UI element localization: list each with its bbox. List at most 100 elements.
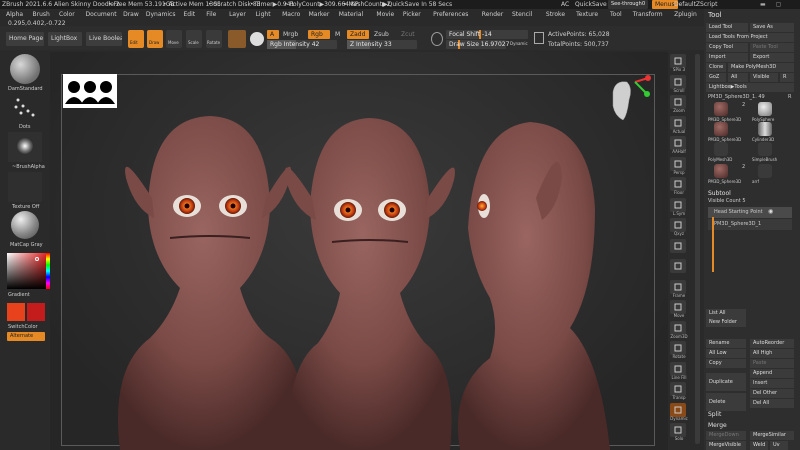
spix-icon[interactable]	[670, 54, 686, 68]
menu-zplugin[interactable]: Zplugin	[674, 11, 697, 18]
see-through-slider[interactable]: See-through 0	[608, 0, 648, 9]
menu-texture[interactable]: Texture	[576, 11, 598, 18]
export-button[interactable]: Export	[750, 53, 794, 62]
rgb-button[interactable]: Rgb	[308, 30, 330, 39]
rename-button[interactable]: Rename	[706, 339, 746, 348]
new-folder-button[interactable]: New Folder	[706, 318, 746, 327]
tool-thumb-pm3d-2[interactable]	[714, 122, 728, 136]
mrgb-button[interactable]: Mrgb	[283, 31, 298, 38]
primary-color-swatch[interactable]	[7, 303, 25, 321]
move-button[interactable]: Move	[166, 30, 182, 48]
merge-similar-button[interactable]: MergeSimilar	[750, 431, 794, 440]
tool-thumb-pm3d-3[interactable]	[714, 164, 728, 178]
menu-stencil[interactable]: Stencil	[512, 11, 532, 18]
load-from-project-button[interactable]: Load Tools From Project	[706, 33, 794, 42]
delete-button[interactable]: Delete	[706, 393, 746, 411]
switch-color-button[interactable]: SwitchColor	[8, 324, 38, 330]
menu-stroke[interactable]: Stroke	[546, 11, 565, 18]
menu-file[interactable]: File	[206, 11, 216, 18]
edit-button[interactable]: Edit	[128, 30, 144, 48]
color-picker[interactable]	[7, 253, 50, 289]
scale-button[interactable]: Scale	[186, 30, 202, 48]
menu-movie[interactable]: Movie	[376, 11, 394, 18]
merge-down-button[interactable]: MergeDown	[706, 431, 746, 440]
goz-r-button[interactable]: R	[780, 73, 794, 82]
frame-icon[interactable]	[670, 279, 686, 294]
focal-shift-slider[interactable]: Focal Shift -14	[446, 30, 528, 39]
rotate-button[interactable]: Rotate	[206, 30, 222, 48]
menu-layer[interactable]: Layer	[229, 11, 246, 18]
rotate-icon[interactable]	[670, 341, 686, 355]
goz-button[interactable]: GoZ	[706, 73, 726, 82]
linefill-icon[interactable]	[670, 361, 686, 376]
zsub-button[interactable]: Zsub	[374, 31, 389, 38]
y-icon[interactable]	[670, 238, 686, 253]
view-gizmo-icon[interactable]	[605, 72, 655, 132]
actual-icon[interactable]	[670, 115, 686, 130]
default-zscript[interactable]: DefaultZScript	[674, 1, 717, 8]
canvas-viewport[interactable]	[50, 52, 668, 450]
quicksave-button[interactable]: QuickSave	[575, 1, 607, 8]
merge-visible-button[interactable]: MergeVisible	[706, 441, 746, 450]
transp-icon[interactable]	[670, 382, 686, 396]
save-as-button[interactable]: Save As	[750, 23, 794, 32]
move-icon[interactable]	[670, 300, 686, 314]
material-thumbnail[interactable]	[8, 210, 42, 242]
texture-thumbnail[interactable]	[8, 172, 42, 202]
tool-thumb-simplebrush[interactable]	[758, 142, 772, 156]
alpha-thumbnail[interactable]	[8, 132, 42, 162]
menu-dynamics[interactable]: Dynamics	[146, 11, 176, 18]
goz-all-button[interactable]: All	[728, 73, 748, 82]
tool-thumb-pm3d[interactable]	[714, 102, 728, 116]
menu-brush[interactable]: Brush	[33, 11, 50, 18]
tool-thumb-cylinder[interactable]	[758, 122, 772, 136]
menu-marker[interactable]: Marker	[309, 11, 330, 18]
menu-picker[interactable]: Picker	[403, 11, 421, 18]
subtool-scrollbar[interactable]	[712, 217, 714, 272]
draw-size-slider[interactable]: Draw Size 16.97027	[446, 40, 509, 49]
zcut-button[interactable]: Zcut	[401, 31, 415, 38]
menu-tool[interactable]: Tool	[610, 11, 622, 18]
del-all-button[interactable]: Del All	[750, 399, 794, 408]
duplicate-button[interactable]: Duplicate	[706, 373, 746, 391]
weld-button[interactable]: Weld	[750, 441, 768, 450]
tool-thumb-polymesh[interactable]	[714, 142, 728, 156]
menu-edit[interactable]: Edit	[184, 11, 196, 18]
local-icon[interactable]	[670, 197, 686, 212]
draw-button[interactable]: Draw	[147, 30, 163, 48]
autoreorder-button[interactable]: AutoReorder	[750, 339, 794, 348]
paste-button[interactable]: Paste	[750, 359, 794, 368]
copy-tool-button[interactable]: Copy Tool	[706, 43, 748, 52]
z-icon[interactable]	[670, 259, 686, 273]
dynamic-toggle[interactable]: Dynamic	[510, 41, 528, 46]
menu-alpha[interactable]: Alpha	[6, 11, 23, 18]
z-intensity-slider[interactable]: Z Intensity 33	[347, 40, 417, 49]
lightbox-tools-button[interactable]: Lightbox▶Tools	[706, 83, 794, 92]
all-high-button[interactable]: All High	[750, 349, 794, 358]
append-button[interactable]: Append	[750, 369, 794, 378]
menu-transform[interactable]: Transform	[633, 11, 663, 18]
secondary-color-swatch[interactable]	[27, 303, 45, 321]
menu-draw[interactable]: Draw	[123, 11, 139, 18]
gradient-label[interactable]: Gradient	[8, 292, 30, 298]
alternate-button[interactable]: Alternate	[7, 332, 45, 341]
xyz-icon[interactable]	[670, 218, 686, 232]
zoom3d-icon[interactable]	[670, 320, 686, 335]
solo-icon[interactable]	[670, 423, 686, 437]
m-button[interactable]: M	[335, 31, 340, 38]
tool-thumb-arrf[interactable]	[758, 164, 772, 178]
zoom-icon[interactable]	[670, 95, 686, 109]
menu-macro[interactable]: Macro	[282, 11, 300, 18]
insert-button[interactable]: Insert	[750, 379, 794, 388]
paste-tool-button[interactable]: Paste Tool	[750, 43, 794, 52]
a-button[interactable]: A	[267, 30, 279, 39]
live-boolean-button[interactable]: Live Boolean	[86, 32, 122, 46]
del-other-button[interactable]: Del Other	[750, 389, 794, 398]
persp-icon[interactable]	[670, 156, 686, 171]
make-polymesh-button[interactable]: Make PolyMesh3D	[728, 63, 794, 72]
zadd-button[interactable]: Zadd	[347, 30, 369, 39]
menu-document[interactable]: Document	[86, 11, 117, 18]
tool-thumb-polysphere[interactable]	[758, 102, 772, 116]
menu-light[interactable]: Light	[256, 11, 271, 18]
gizmo-icon[interactable]	[250, 32, 264, 46]
